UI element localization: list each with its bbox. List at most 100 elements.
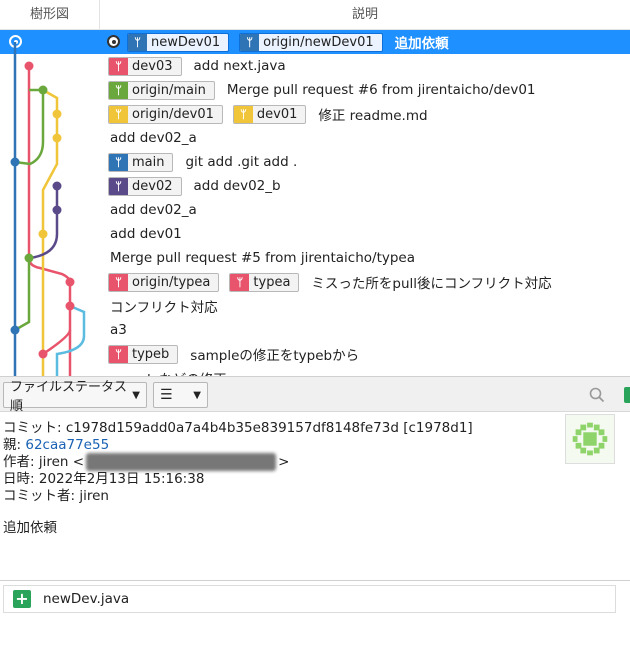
- commit-node[interactable]: [52, 133, 62, 143]
- commit-description: ᛘ dev02 add dev02_b: [108, 174, 281, 198]
- commit-message: sampleなどの修正: [110, 368, 227, 376]
- commit-description: ᛘ main git add .git add .: [108, 150, 297, 174]
- branch-icon: ᛘ: [233, 105, 253, 123]
- branch-line-typea: [42, 329, 72, 356]
- commit-description: ᛘ origin/typea ᛘ typea ミスった所をpull後にコンフリクト対応: [108, 270, 552, 294]
- branch-tag-label: dev03: [132, 58, 173, 74]
- branch-tag[interactable]: ᛘ main: [108, 152, 174, 172]
- header-description[interactable]: 説明: [100, 0, 630, 30]
- commit-node[interactable]: [65, 277, 75, 287]
- committer-value: jiren: [79, 488, 109, 504]
- commit-node[interactable]: [24, 61, 34, 71]
- commit-node[interactable]: [10, 157, 20, 167]
- commit-message: add dev01: [110, 226, 182, 242]
- commit-detail: コミット: c1978d159add0a7a4b4b35e839157df814…: [0, 412, 630, 580]
- committer-key: コミット者:: [3, 488, 76, 504]
- branch-icon: ᛘ: [230, 273, 250, 291]
- commit-description: add dev02_a: [108, 126, 197, 150]
- avatar: [565, 414, 615, 464]
- commit-node[interactable]: [52, 205, 62, 215]
- commit-message: a3: [110, 322, 127, 338]
- committer-line: コミット者: jiren: [3, 484, 109, 504]
- header-tree[interactable]: 樹形図: [0, 0, 100, 30]
- file-row[interactable]: + newDev.java: [3, 585, 616, 613]
- commit-message: 追加依頼: [394, 36, 449, 52]
- branch-tag-label: origin/main: [132, 82, 206, 98]
- commit-description: add dev01: [108, 222, 182, 246]
- commit-graph-lines: [10, 42, 86, 376]
- commit-message: 追加依頼: [3, 520, 57, 536]
- commit-node[interactable]: [38, 85, 48, 95]
- branch-tag[interactable]: ᛘ typea: [229, 272, 300, 292]
- author-suffix: >: [278, 454, 290, 470]
- commit-description: コンフリクト対応: [108, 294, 218, 318]
- branch-icon: ᛘ: [109, 105, 128, 123]
- branch-tag-label: origin/dev01: [132, 106, 214, 122]
- branch-tag-label: origin/typea: [132, 274, 211, 290]
- commit-message: Merge pull request #5 from jirentaicho/t…: [110, 250, 416, 266]
- commit-message: sampleの修正をtypebから: [190, 348, 360, 364]
- file-name: newDev.java: [43, 591, 130, 607]
- commit-node[interactable]: [52, 181, 62, 191]
- branch-icon: ᛘ: [109, 273, 128, 291]
- branch-tag[interactable]: ᛘ origin/dev01: [108, 104, 223, 124]
- commit-description: ᛘ typeb sampleの修正をtypebから: [108, 342, 359, 366]
- branch-line-dev03: [27, 66, 72, 376]
- commit-message: git add .git add .: [185, 154, 298, 170]
- branch-tag[interactable]: ᛘ typeb: [108, 344, 179, 364]
- view-mode-dropdown[interactable]: ☰ ▼: [153, 382, 208, 408]
- branch-tag-label: typeb: [132, 346, 170, 362]
- branch-icon: ᛘ: [128, 33, 147, 51]
- side-panel-button[interactable]: [624, 387, 630, 403]
- commit-message: コンフリクト対応: [110, 300, 218, 316]
- branch-tag[interactable]: ᛘ newDev01: [127, 32, 230, 52]
- commit-message: add dev02_a: [110, 202, 197, 218]
- commit-description: add dev02_a: [108, 198, 197, 222]
- commit-message: add dev02_b: [193, 178, 281, 194]
- branch-tag[interactable]: ᛘ dev01: [232, 104, 307, 124]
- sort-dropdown-label: ファイルステータス順: [10, 380, 128, 414]
- commit-message: 修正 readme.md: [318, 108, 428, 124]
- file-toolbar: ファイルステータス順 ▼ ☰ ▼: [0, 376, 630, 414]
- branch-tag-label: main: [132, 154, 165, 170]
- branch-tag[interactable]: ᛘ dev03: [108, 56, 182, 76]
- commit-node[interactable]: [38, 349, 48, 359]
- commit-description: sampleなどの修正: [108, 366, 227, 376]
- commit-description: ᛘ newDev01 ᛘ origin/newDev01 追加依頼: [127, 30, 449, 54]
- branch-tag-label: origin/newDev01: [263, 34, 374, 50]
- commit-description: ᛘ origin/main Merge pull request #6 from j…: [108, 78, 536, 102]
- plus-icon: +: [13, 590, 31, 608]
- commit-description: ᛘ dev03 add next.java: [108, 54, 286, 78]
- branch-tag[interactable]: ᛘ dev02: [108, 176, 182, 196]
- sort-dropdown[interactable]: ファイルステータス順 ▼: [3, 380, 147, 414]
- commit-node[interactable]: [10, 325, 20, 335]
- commit-graph[interactable]: ᛘ newDev01 ᛘ origin/newDev01 追加依頼 ᛘ dev03 add n…: [0, 30, 630, 376]
- chevron-down-icon: ▼: [193, 389, 201, 401]
- current-head-icon: [107, 35, 120, 48]
- branch-tag-label: dev02: [132, 178, 173, 194]
- branch-icon: ᛘ: [109, 345, 128, 363]
- commit-message: ミスった所をpull後にコンフリクト対応: [311, 276, 552, 292]
- commit-description: a3: [108, 318, 127, 342]
- commit-node[interactable]: [38, 229, 48, 239]
- branch-tag-label: newDev01: [151, 34, 221, 50]
- commit-description: ᛘ origin/dev01 ᛘ dev01 修正 readme.md: [108, 102, 428, 126]
- commit-description: Merge pull request #5 from jirentaicho/t…: [108, 246, 415, 270]
- branch-icon: ᛘ: [109, 153, 128, 171]
- column-header: 樹形図 説明: [0, 0, 630, 30]
- branch-icon: ᛘ: [109, 81, 128, 99]
- commit-node[interactable]: [65, 301, 75, 311]
- commit-hash: c1978d159add0a7a4b4b35e839157df8148fe73d…: [65, 420, 473, 436]
- commit-node[interactable]: [52, 109, 62, 119]
- branch-tag[interactable]: ᛘ origin/main: [108, 80, 215, 100]
- branch-tag[interactable]: ᛘ origin/newDev01: [239, 32, 383, 52]
- branch-icon: ᛘ: [109, 57, 128, 75]
- search-icon[interactable]: [588, 386, 606, 404]
- branch-tag[interactable]: ᛘ origin/typea: [108, 272, 220, 292]
- chevron-down-icon: ▼: [132, 389, 140, 401]
- branch-icon: ᛘ: [109, 177, 128, 195]
- list-icon: ☰: [160, 387, 173, 403]
- commit-node[interactable]: [24, 253, 34, 263]
- branch-tag-label: dev01: [256, 106, 298, 122]
- branch-tag-label: typea: [253, 274, 291, 290]
